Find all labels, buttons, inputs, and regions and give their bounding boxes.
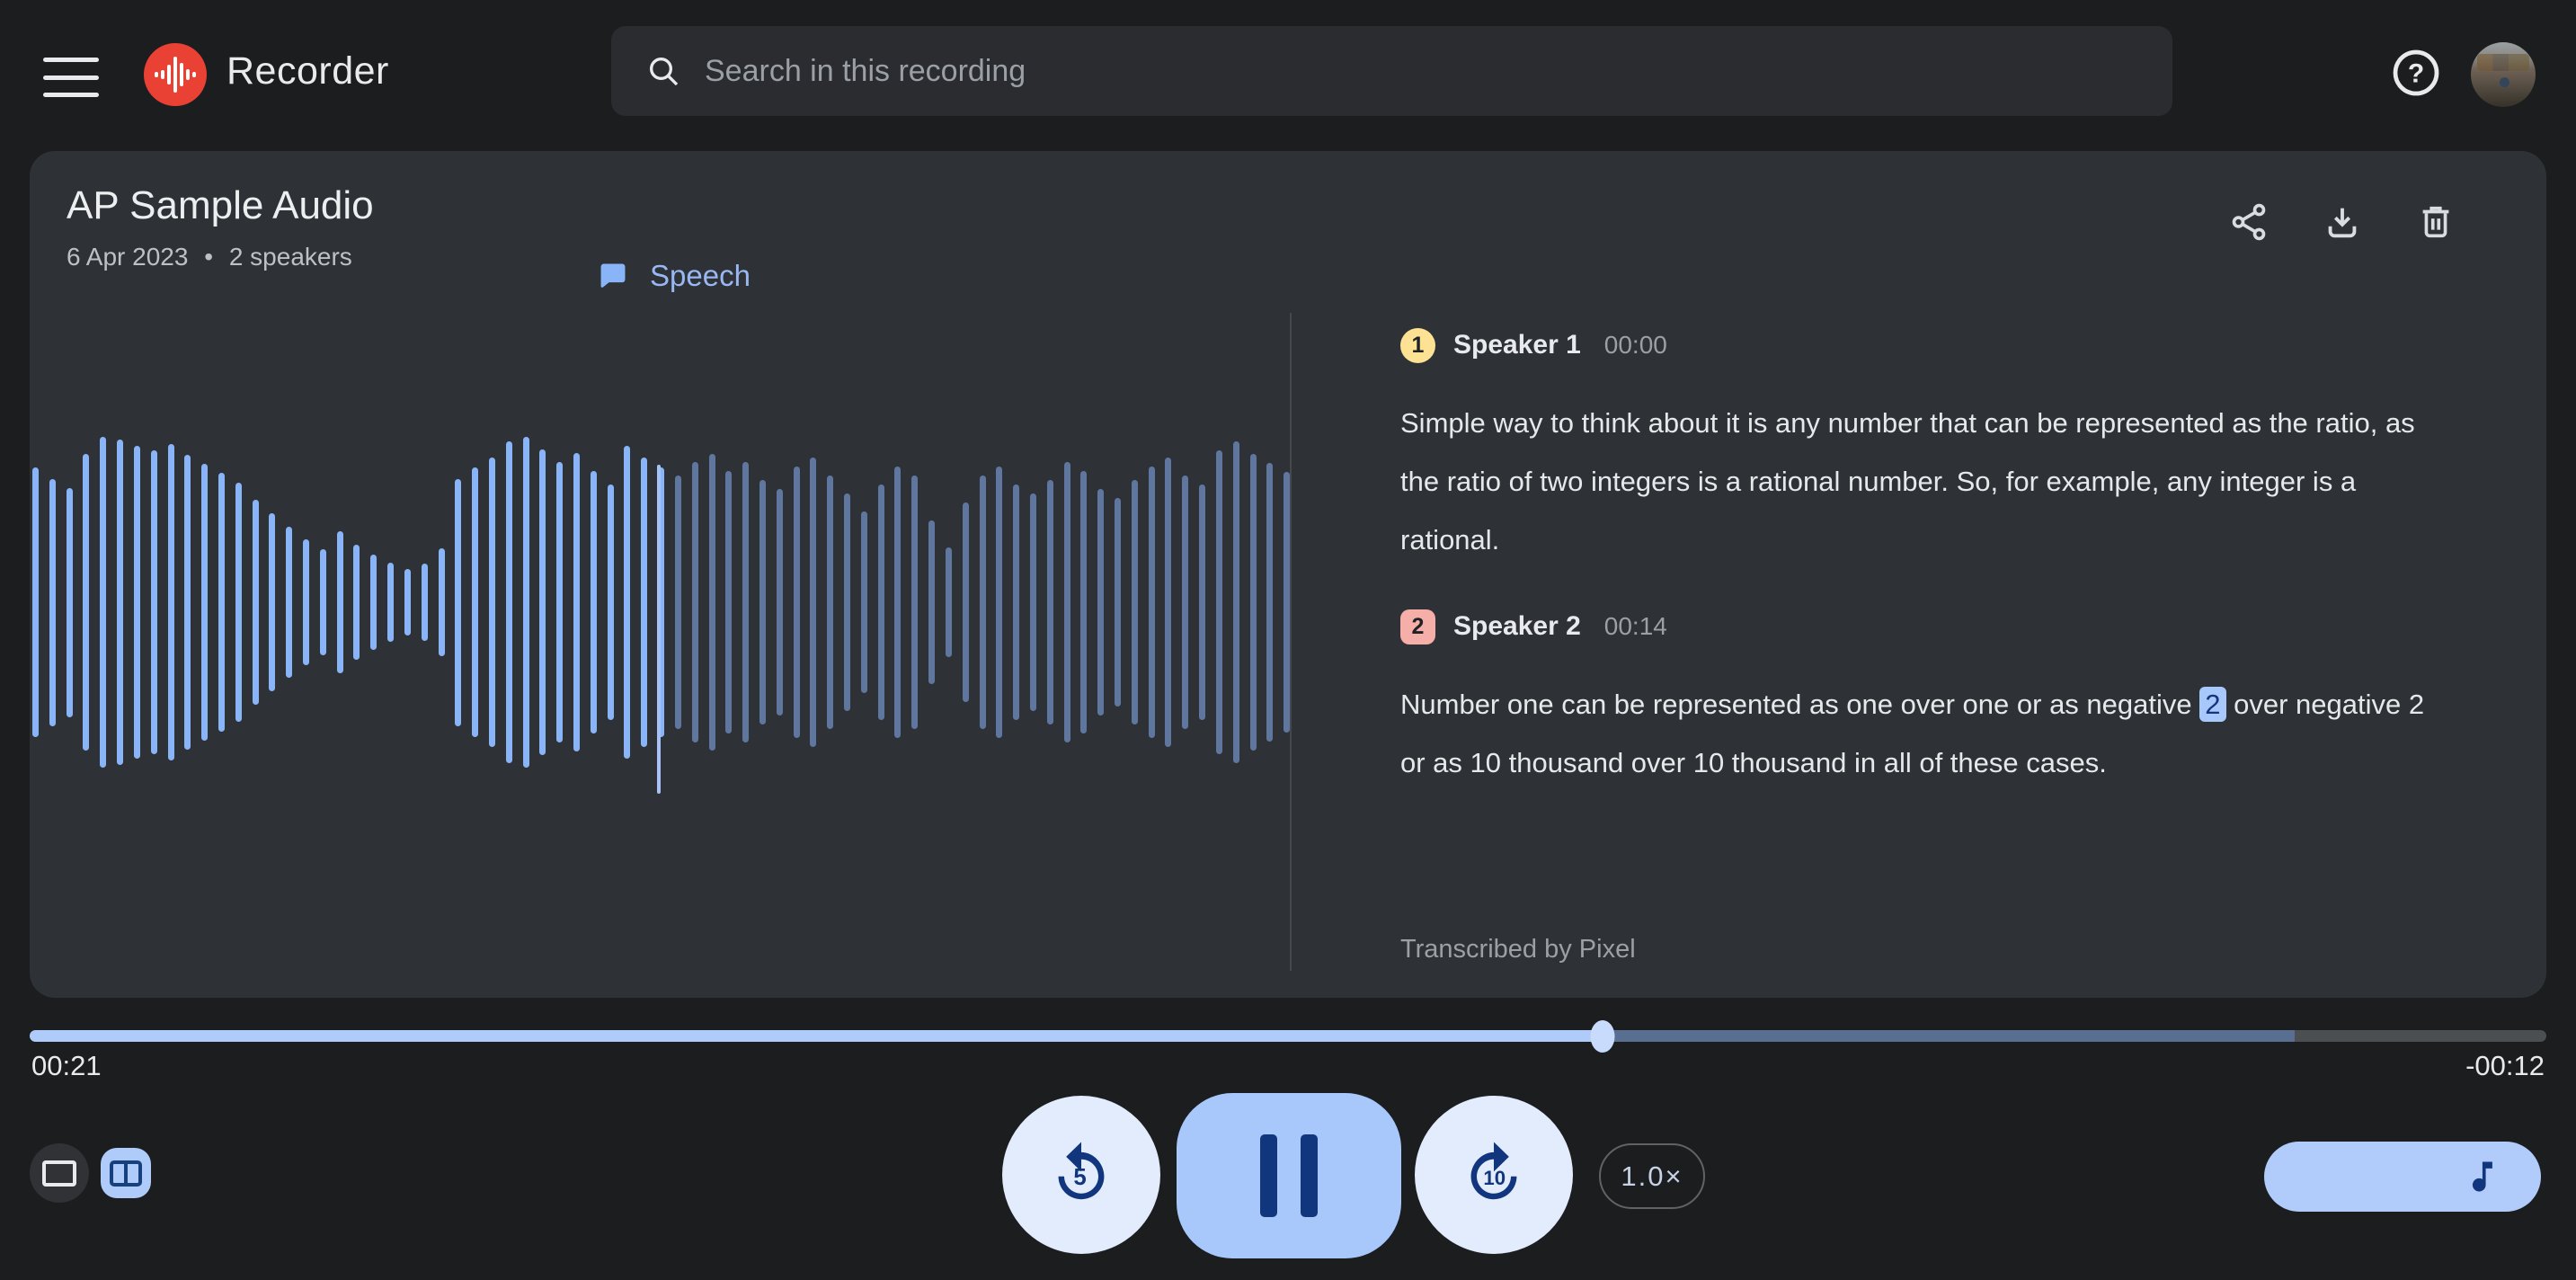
pause-icon	[1260, 1134, 1277, 1217]
waveform[interactable]	[32, 431, 1291, 773]
transcript-panel: 1 Speaker 1 00:00 Simple way to think ab…	[1400, 327, 2461, 831]
replay-5-button[interactable]: 5	[1002, 1096, 1160, 1254]
replay-5-icon: 5	[1043, 1136, 1120, 1213]
forward-10-icon: 10	[1455, 1136, 1532, 1213]
split-view-icon	[110, 1160, 142, 1187]
recording-meta: 6 Apr 2023 • 2 speakers	[67, 243, 352, 271]
help-icon[interactable]: ?	[2389, 46, 2443, 100]
single-pane-icon	[42, 1160, 76, 1187]
share-icon[interactable]	[2228, 201, 2270, 243]
progress-bar[interactable]	[30, 1030, 2546, 1042]
music-note-icon	[2462, 1157, 2501, 1196]
progress-buffer	[1603, 1030, 2295, 1042]
svg-text:?: ?	[2408, 59, 2424, 89]
svg-text:5: 5	[1073, 1165, 1086, 1190]
transcript-text[interactable]: Number one can be represented as one ove…	[1400, 675, 2447, 792]
forward-10-button[interactable]: 10	[1415, 1096, 1573, 1254]
current-word-highlight: 2	[2199, 687, 2225, 722]
delete-icon[interactable]	[2415, 201, 2456, 243]
elapsed-time: 00:21	[31, 1050, 102, 1082]
speaker-row: 2 Speaker 2 00:14	[1400, 609, 2461, 644]
transcript-text[interactable]: Simple way to think about it is any numb…	[1400, 394, 2447, 569]
top-app-bar: Recorder Search in this recording ?	[0, 0, 2576, 151]
segment-timestamp[interactable]: 00:00	[1604, 331, 1667, 360]
download-icon[interactable]	[2322, 201, 2363, 243]
chat-bubble-icon	[596, 259, 630, 293]
search-icon	[645, 53, 681, 89]
playback-speed-button[interactable]: 1.0×	[1599, 1143, 1705, 1209]
progress-played	[30, 1030, 1603, 1042]
search-input[interactable]: Search in this recording	[611, 26, 2172, 116]
pane-divider	[1290, 313, 1292, 971]
account-avatar[interactable]	[2471, 42, 2536, 107]
recording-card: AP Sample Audio 6 Apr 2023 • 2 speakers …	[30, 151, 2546, 998]
svg-text:10: 10	[1483, 1167, 1506, 1189]
speech-tag-label: Speech	[650, 259, 751, 293]
progress-thumb[interactable]	[1591, 1020, 1615, 1053]
speaker-name: Speaker 2	[1453, 611, 1581, 642]
remaining-time: -00:12	[2465, 1050, 2545, 1082]
speaker-row: 1 Speaker 1 00:00	[1400, 327, 2461, 363]
app-title: Recorder	[227, 49, 389, 93]
playhead-line[interactable]	[657, 465, 661, 794]
speaker-1-badge: 1	[1400, 328, 1435, 363]
recording-title: AP Sample Audio	[67, 183, 374, 228]
search-placeholder: Search in this recording	[705, 54, 1026, 89]
transcribed-by-label: Transcribed by Pixel	[1400, 935, 1636, 964]
single-pane-view-button[interactable]	[30, 1143, 89, 1203]
menu-icon[interactable]	[43, 58, 99, 97]
recorder-logo-icon	[144, 43, 207, 106]
speech-section-tag[interactable]: Speech	[596, 259, 751, 293]
sound-toggle[interactable]	[2264, 1142, 2541, 1212]
segment-timestamp[interactable]: 00:14	[1604, 612, 1667, 641]
speaker-name: Speaker 1	[1453, 330, 1581, 360]
card-actions	[2228, 201, 2456, 243]
speaker-2-badge: 2	[1400, 609, 1435, 644]
split-view-button[interactable]	[101, 1148, 151, 1198]
pause-button[interactable]	[1177, 1093, 1401, 1258]
